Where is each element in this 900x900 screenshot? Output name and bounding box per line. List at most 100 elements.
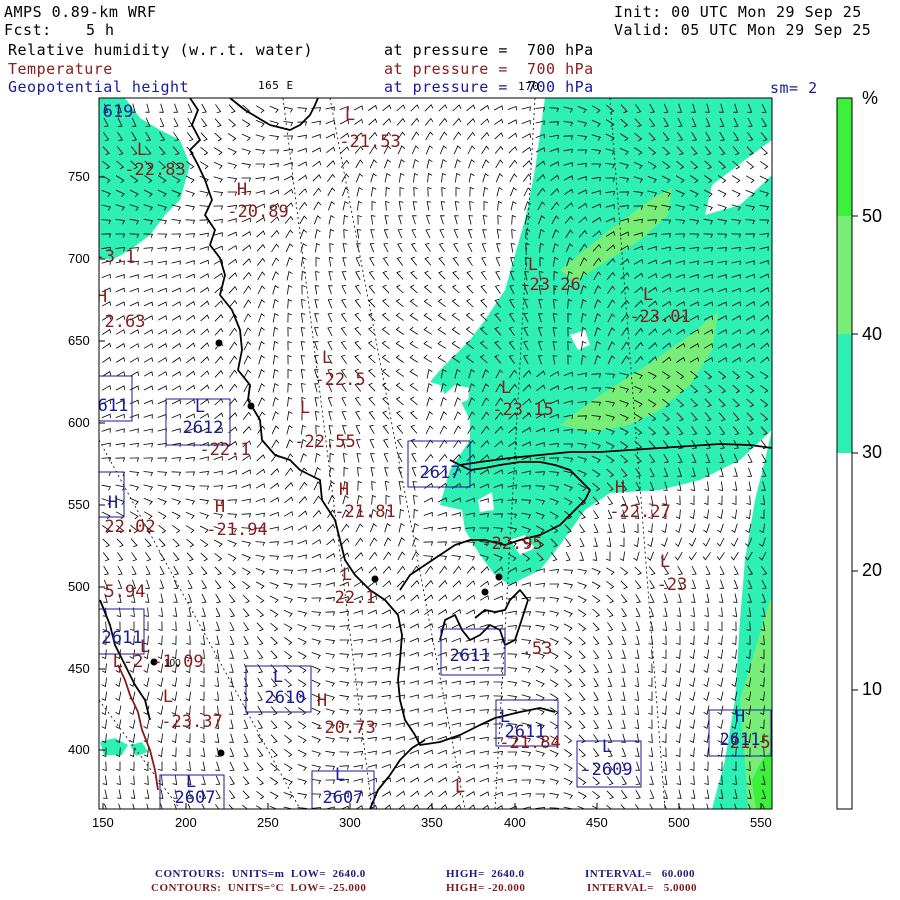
x-tick-150: 150	[92, 815, 114, 830]
temperature-label-14: -22.5	[314, 370, 365, 390]
temperature-label-8: -23.26	[519, 275, 580, 295]
temperature-label-43: L	[455, 777, 465, 797]
temperature-label-37: H	[317, 691, 327, 711]
temperature-label-33: .53	[522, 639, 553, 659]
colorbar-ticks	[852, 215, 858, 691]
temperature-label-6: -3.1	[95, 247, 136, 267]
colorbar-label-20: 20	[862, 560, 883, 580]
temperature-label-29: -23	[657, 575, 688, 595]
colorbar-label-30: 30	[862, 442, 883, 462]
temperature-label-21: -21.81	[334, 502, 395, 522]
temperature-label-39: L	[163, 687, 173, 707]
x-tick-550: 550	[750, 815, 772, 830]
height-label-18: L	[335, 765, 345, 785]
height-label-9: 2610	[265, 688, 306, 708]
height-label-4: 2617	[420, 463, 461, 483]
height-label-19: 2607	[323, 788, 364, 808]
station-label: 100	[164, 658, 181, 669]
y-tick-400: 400	[68, 742, 90, 757]
height-label-12: L	[602, 737, 612, 757]
colorbar-label-40: 40	[862, 324, 883, 344]
x-tick-200: 200	[175, 815, 197, 830]
temperature-label-10: -23.01	[629, 307, 690, 327]
y-tick-750: 750	[68, 169, 90, 184]
x-tick-500: 500	[668, 815, 690, 830]
station-dot-4	[481, 588, 489, 596]
station-dot-1	[215, 339, 223, 347]
y-tick-500: 500	[68, 579, 90, 594]
height-label-2: L	[195, 397, 205, 417]
colorbar-band-50-60	[837, 98, 852, 216]
height-label-6: 2611	[102, 628, 143, 648]
forecast-map: L-21.53L-22.83H-20.89-3.1 L-23.26 L-23.01H…	[95, 97, 858, 810]
temperature-label-11: H	[97, 287, 107, 307]
temperature-label-13: L	[322, 348, 332, 368]
temperature-label-15: L	[501, 378, 511, 398]
y-tick-550: 550	[68, 497, 90, 512]
temperature-label-28: L	[660, 552, 670, 572]
temperature-label-5: -20.89	[227, 202, 288, 222]
y-tick-600: 600	[68, 415, 90, 430]
y-tick-700: 700	[68, 251, 90, 266]
temperature-label-20: H	[339, 480, 349, 500]
temperature-label-24: H	[215, 497, 225, 517]
temperature-label-4: H	[237, 180, 247, 200]
map-plot-area: L-21.53L-22.83H-20.89-3.1 L-23.26 L-23.01H…	[95, 98, 772, 809]
footer-temp-prefix: CONTOURS: UNITS=°C LOW= -25.000	[151, 882, 367, 894]
footer-temp-interval: INTERVAL= 5.0000	[587, 882, 698, 894]
footer-temp-high: HIGH= -20.000	[446, 882, 526, 894]
temperature-label-18: -22.55	[294, 432, 355, 452]
height-label-15: 2611	[720, 730, 761, 750]
temperature-label-23: -22.27	[609, 502, 670, 522]
height-label-3: 2612	[183, 418, 224, 438]
temperature-label-30: L	[342, 565, 352, 585]
temperature-label-0: L	[345, 105, 355, 125]
colorbar-band-below-30	[837, 453, 852, 809]
height-label-0: 619	[103, 102, 134, 122]
colorbar-label-10: 10	[862, 679, 883, 699]
x-tick-350: 350	[421, 815, 443, 830]
colorbar-band-30-40	[837, 334, 852, 453]
temperature-label-40: -23.37	[161, 712, 222, 732]
temperature-label-32: 5.94	[105, 582, 146, 602]
temperature-label-31: -22.1	[324, 588, 375, 608]
height-label-11: 2611	[505, 722, 546, 742]
x-tick-400: 400	[504, 815, 526, 830]
x-tick-450: 450	[586, 815, 608, 830]
station-dot-3	[371, 575, 379, 583]
temperature-label-19: -22.1	[199, 440, 250, 460]
height-label-8: L	[273, 667, 283, 687]
temperature-label-3: -22.83	[124, 160, 185, 180]
height-label-1: 611	[98, 396, 129, 416]
x-tick-300: 300	[339, 815, 361, 830]
height-label-7: 2611	[450, 646, 491, 666]
colorbar	[836, 97, 858, 810]
y-tick-650: 650	[68, 333, 90, 348]
height-label-5: H	[108, 493, 118, 513]
temperature-label-17: L	[300, 398, 310, 418]
temperature-label-34: L-2	[113, 652, 144, 672]
temperature-label-25: -21.94	[206, 520, 267, 540]
height-label-13: -2609	[581, 760, 632, 780]
footer-height-interval: INTERVAL= 60.000	[585, 868, 696, 880]
colorbar-label-50: 50	[862, 206, 883, 226]
colorbar-band-40-50	[837, 216, 852, 334]
temperature-label-7: L	[528, 255, 538, 275]
station-dot-7	[217, 749, 225, 757]
station-dot-2	[247, 402, 255, 410]
temperature-label-26: 22.02	[104, 517, 155, 537]
x-tick-250: 250	[257, 815, 279, 830]
temperature-label-27: -22.95	[481, 534, 542, 554]
temperature-label-38: -20.73	[314, 718, 375, 738]
temperature-label-22: H	[615, 478, 625, 498]
temperature-label-16: -23.15	[492, 400, 553, 420]
footer-height-prefix: CONTOURS: UNITS=m LOW= 2640.0	[155, 868, 366, 880]
temperature-label-12: 2.63	[105, 312, 146, 332]
temperature-label-9: L	[643, 285, 653, 305]
footer-height-high: HIGH= 2640.0	[446, 868, 525, 880]
y-tick-450: 450	[68, 661, 90, 676]
temperature-label-1: -21.53	[339, 132, 400, 152]
height-label-17: 2607	[175, 788, 216, 808]
colorbar-unit: %	[862, 88, 879, 108]
station-dot-5	[495, 573, 503, 581]
